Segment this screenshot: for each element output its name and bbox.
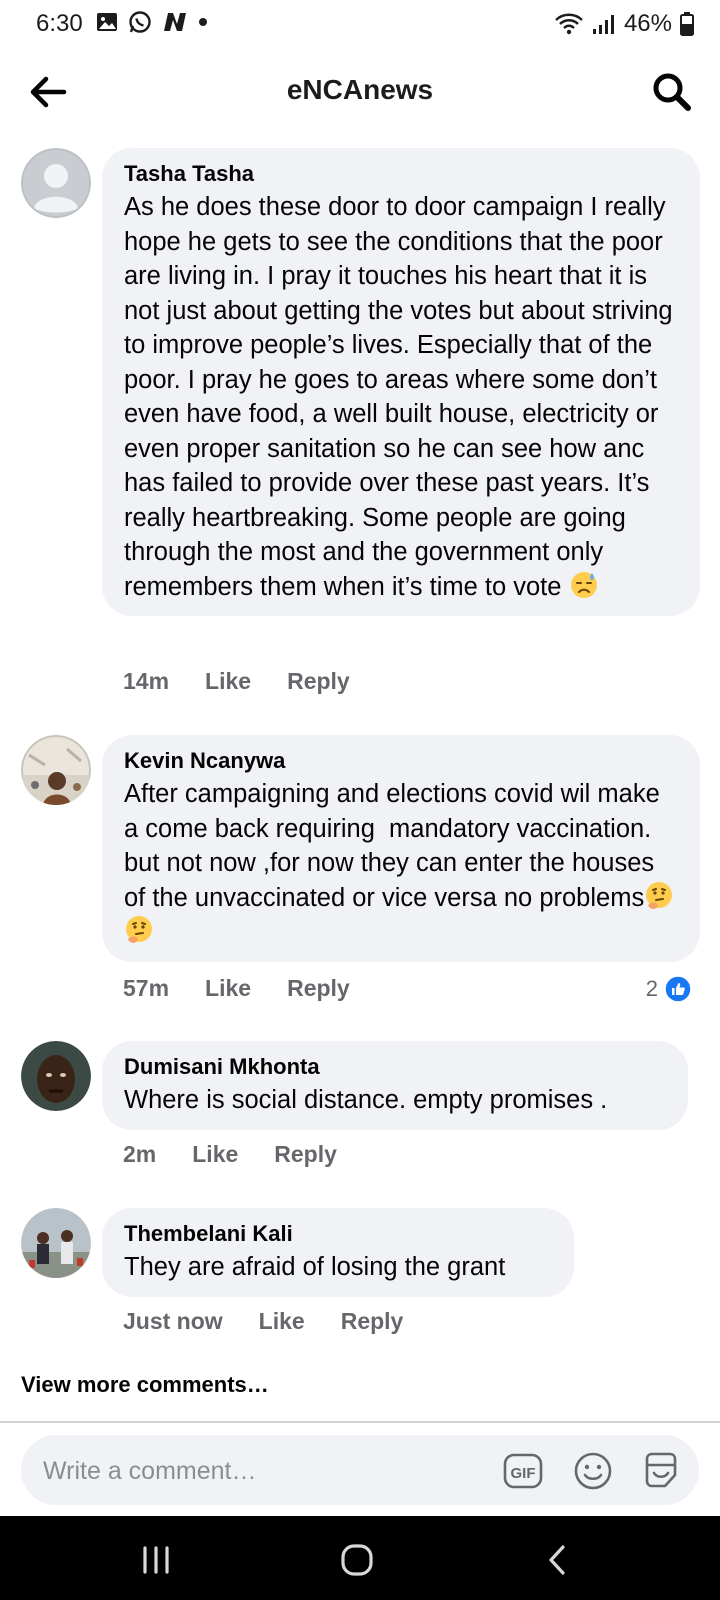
n-app-icon bbox=[164, 13, 186, 31]
comment-actions: 14m Like Reply bbox=[123, 668, 386, 695]
battery-icon bbox=[680, 12, 694, 36]
gif-icon[interactable]: GIF bbox=[503, 1451, 543, 1491]
comment-time[interactable]: 2m bbox=[123, 1141, 156, 1168]
battery-percent: 46% bbox=[623, 10, 672, 37]
home-icon[interactable] bbox=[337, 1544, 377, 1576]
avatar[interactable] bbox=[21, 1041, 91, 1111]
emoji-icon[interactable] bbox=[573, 1451, 613, 1491]
divider bbox=[0, 1421, 720, 1423]
comment-bubble[interactable]: Kevin Ncanywa After campaigning and elec… bbox=[102, 735, 700, 962]
comment-time[interactable]: Just now bbox=[123, 1308, 223, 1335]
like-reaction-icon bbox=[664, 975, 692, 1003]
reply-button[interactable]: Reply bbox=[341, 1308, 404, 1335]
comment-bubble[interactable]: Tasha Tasha As he does these door to doo… bbox=[102, 148, 700, 616]
page-header: eNCAnews bbox=[0, 56, 720, 128]
comment-text: As he does these door to door campaign I… bbox=[124, 193, 680, 601]
comment-author[interactable]: Tasha Tasha bbox=[124, 160, 680, 188]
back-nav-icon[interactable] bbox=[538, 1544, 578, 1576]
reaction-count: 2 bbox=[645, 976, 658, 1001]
reply-button[interactable]: Reply bbox=[287, 668, 350, 695]
comment-text: After campaigning and elections covid wi… bbox=[124, 777, 680, 950]
page-title: eNCAnews bbox=[286, 74, 434, 105]
comment-actions: 57m Like Reply bbox=[123, 975, 386, 1002]
notification-icons bbox=[96, 10, 208, 34]
status-bar: 6:30 46% bbox=[0, 0, 720, 48]
thinking-face-emoji bbox=[126, 916, 152, 943]
comment-author[interactable]: Thembelani Kali bbox=[124, 1220, 554, 1248]
avatar[interactable] bbox=[21, 1208, 91, 1278]
comment-text: They are afraid of losing the grant bbox=[124, 1253, 506, 1281]
signal-icon bbox=[592, 15, 614, 34]
system-nav-bar bbox=[0, 1516, 720, 1600]
svg-text:GIF: GIF bbox=[511, 1465, 536, 1482]
comment-author[interactable]: Dumisani Mkhonta bbox=[124, 1053, 668, 1081]
comment-input[interactable] bbox=[41, 1435, 465, 1507]
reaction-summary[interactable]: 2 bbox=[646, 975, 692, 1003]
comment-time[interactable]: 57m bbox=[123, 975, 169, 1002]
avatar[interactable] bbox=[21, 735, 91, 805]
like-button[interactable]: Like bbox=[205, 668, 251, 695]
downcast-sweat-emoji bbox=[570, 571, 597, 598]
like-button[interactable]: Like bbox=[192, 1141, 238, 1168]
system-indicators: 46% bbox=[554, 10, 694, 38]
comment-actions: Just now Like Reply bbox=[123, 1308, 439, 1335]
comment-time[interactable]: 14m bbox=[123, 668, 169, 695]
like-button[interactable]: Like bbox=[259, 1308, 305, 1335]
avatar[interactable] bbox=[21, 148, 91, 218]
dot-icon bbox=[199, 18, 207, 26]
comment-composer: GIF bbox=[21, 1435, 699, 1507]
comment-bubble[interactable]: Thembelani Kali They are afraid of losin… bbox=[102, 1208, 574, 1297]
reply-button[interactable]: Reply bbox=[287, 975, 350, 1002]
comment-actions: 2m Like Reply bbox=[123, 1141, 373, 1168]
whatsapp-icon bbox=[129, 11, 151, 33]
search-icon[interactable] bbox=[650, 70, 694, 114]
recent-apps-icon[interactable] bbox=[136, 1544, 176, 1576]
wifi-icon bbox=[555, 13, 583, 35]
comment-author[interactable]: Kevin Ncanywa bbox=[124, 747, 680, 775]
view-more-comments-link[interactable]: View more comments… bbox=[21, 1372, 269, 1398]
gallery-icon bbox=[97, 13, 117, 31]
comment-text: Where is social distance. empty promises… bbox=[124, 1086, 608, 1114]
like-button[interactable]: Like bbox=[205, 975, 251, 1002]
status-time: 6:30 bbox=[36, 10, 83, 37]
reply-button[interactable]: Reply bbox=[274, 1141, 337, 1168]
thinking-face-emoji bbox=[646, 881, 673, 909]
comment-bubble[interactable]: Dumisani Mkhonta Where is social distanc… bbox=[102, 1041, 688, 1130]
sticker-icon[interactable] bbox=[641, 1451, 681, 1491]
